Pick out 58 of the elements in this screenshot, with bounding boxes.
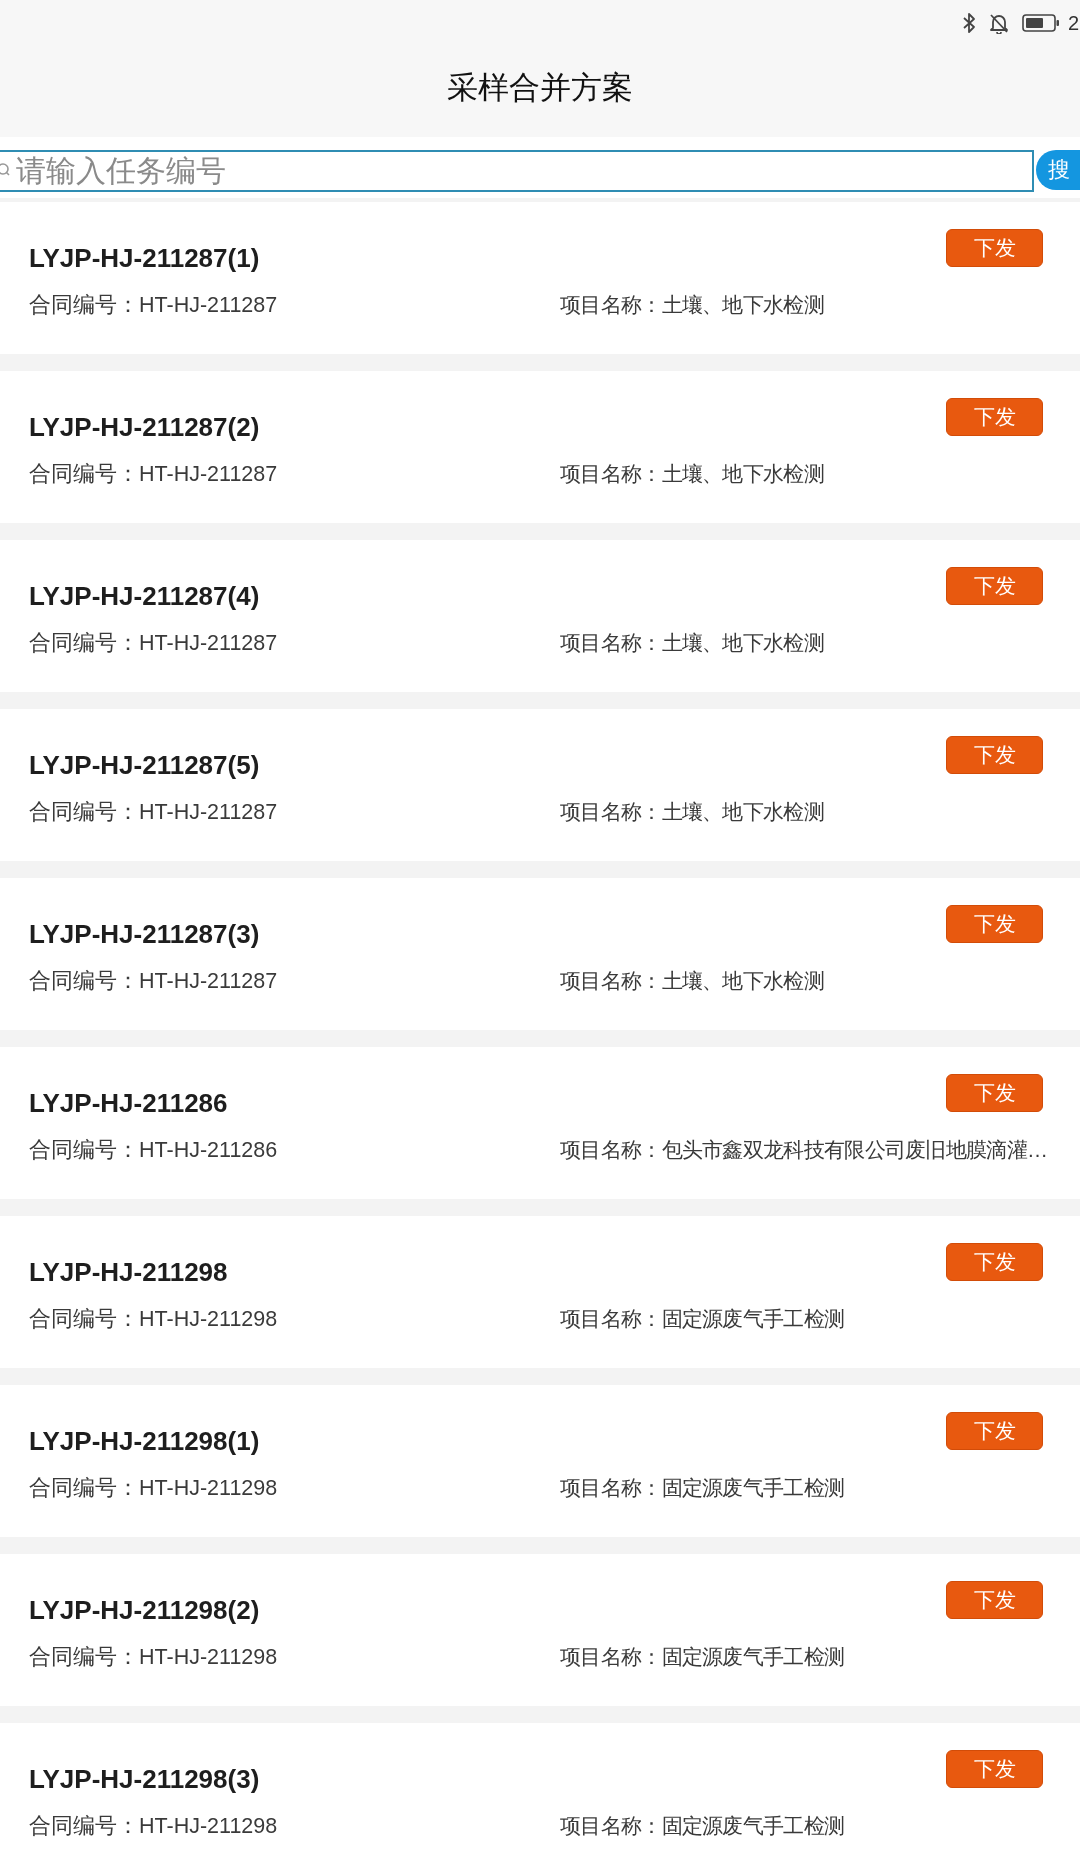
task-card[interactable]: LYJP-HJ-211298(2) 下发 合同编号：HT-HJ-211298 项目名称：固定源废气手工检测 bbox=[0, 1554, 1080, 1706]
contract-number: 合同编号：HT-HJ-211287 bbox=[29, 630, 279, 657]
task-card[interactable]: LYJP-HJ-211298 下发 合同编号：HT-HJ-211298 项目名称：固定源废气手工检测 bbox=[0, 1216, 1080, 1368]
task-number: LYJP-HJ-211298(3) bbox=[29, 1763, 260, 1795]
task-card[interactable]: LYJP-HJ-211287(3) 下发 合同编号：HT-HJ-211287 项目名称：土壤、地下水检测 bbox=[0, 878, 1080, 1030]
task-card[interactable]: LYJP-HJ-211287(1) 下发 合同编号：HT-HJ-211287 项目名称：土壤、地下水检测 bbox=[0, 202, 1080, 354]
contract-number: 合同编号：HT-HJ-211287 bbox=[29, 799, 279, 826]
contract-number: 合同编号：HT-HJ-211286 bbox=[29, 1137, 279, 1164]
contract-number: 合同编号：HT-HJ-211298 bbox=[29, 1475, 279, 1502]
task-number: LYJP-HJ-211287(4) bbox=[29, 580, 260, 612]
contract-number: 合同编号：HT-HJ-211287 bbox=[29, 461, 279, 488]
task-number: LYJP-HJ-211298(2) bbox=[29, 1594, 260, 1626]
dispatch-button[interactable]: 下发 bbox=[946, 398, 1043, 436]
contract-number: 合同编号：HT-HJ-211287 bbox=[29, 968, 279, 995]
project-name: 项目名称：土壤、地下水检测 bbox=[560, 799, 824, 825]
task-card[interactable]: LYJP-HJ-211286 下发 合同编号：HT-HJ-211286 项目名称：包头市鑫双龙科技有限公司废旧地膜滴灌… bbox=[0, 1047, 1080, 1199]
project-name: 项目名称：固定源废气手工检测 bbox=[560, 1644, 845, 1670]
dispatch-button[interactable]: 下发 bbox=[946, 1074, 1043, 1112]
task-number: LYJP-HJ-211287(5) bbox=[29, 749, 260, 781]
dispatch-button[interactable]: 下发 bbox=[946, 1581, 1043, 1619]
contract-number: 合同编号：HT-HJ-211287 bbox=[29, 292, 279, 319]
bluetooth-icon bbox=[962, 12, 976, 34]
project-name: 项目名称：土壤、地下水检测 bbox=[560, 968, 824, 994]
dispatch-button[interactable]: 下发 bbox=[946, 1750, 1043, 1788]
task-number: LYJP-HJ-211287(2) bbox=[29, 411, 260, 443]
battery-icon bbox=[1022, 14, 1060, 32]
task-number: LYJP-HJ-211287(3) bbox=[29, 918, 260, 950]
search-field[interactable]: 请输入任务编号 bbox=[0, 150, 1034, 192]
task-card[interactable]: LYJP-HJ-211287(5) 下发 合同编号：HT-HJ-211287 项目名称：土壤、地下水检测 bbox=[0, 709, 1080, 861]
status-time: 2 bbox=[1068, 11, 1080, 35]
dispatch-button[interactable]: 下发 bbox=[946, 229, 1043, 267]
task-card[interactable]: LYJP-HJ-211287(2) 下发 合同编号：HT-HJ-211287 项目名称：土壤、地下水检测 bbox=[0, 371, 1080, 523]
bell-off-icon bbox=[988, 12, 1010, 34]
task-card[interactable]: LYJP-HJ-211298(3) 下发 合同编号：HT-HJ-211298 项目名称：固定源废气手工检测 bbox=[0, 1723, 1080, 1870]
contract-number: 合同编号：HT-HJ-211298 bbox=[29, 1306, 279, 1333]
dispatch-button[interactable]: 下发 bbox=[946, 1243, 1043, 1281]
project-name: 项目名称：土壤、地下水检测 bbox=[560, 630, 824, 656]
task-number: LYJP-HJ-211298(1) bbox=[29, 1425, 260, 1457]
project-name: 项目名称：固定源废气手工检测 bbox=[560, 1813, 845, 1839]
project-name: 项目名称：固定源废气手工检测 bbox=[560, 1475, 845, 1501]
task-number: LYJP-HJ-211298 bbox=[29, 1256, 228, 1288]
dispatch-button[interactable]: 下发 bbox=[946, 905, 1043, 943]
project-name: 项目名称：固定源废气手工检测 bbox=[560, 1306, 845, 1332]
project-name: 项目名称：土壤、地下水检测 bbox=[560, 292, 824, 318]
page-title: 采样合并方案 bbox=[447, 69, 633, 107]
dispatch-button[interactable]: 下发 bbox=[946, 1412, 1043, 1450]
contract-number: 合同编号：HT-HJ-211298 bbox=[29, 1813, 279, 1840]
project-name: 项目名称：包头市鑫双龙科技有限公司废旧地膜滴灌… bbox=[560, 1137, 1048, 1163]
task-card[interactable]: LYJP-HJ-211287(4) 下发 合同编号：HT-HJ-211287 项目名称：土壤、地下水检测 bbox=[0, 540, 1080, 692]
search-button[interactable]: 搜 bbox=[1036, 150, 1080, 190]
task-number: LYJP-HJ-211286 bbox=[29, 1087, 228, 1119]
task-card[interactable]: LYJP-HJ-211298(1) 下发 合同编号：HT-HJ-211298 项目名称：固定源废气手工检测 bbox=[0, 1385, 1080, 1537]
dispatch-button[interactable]: 下发 bbox=[946, 567, 1043, 605]
project-name: 项目名称：土壤、地下水检测 bbox=[560, 461, 824, 487]
search-icon bbox=[0, 162, 10, 178]
dispatch-button[interactable]: 下发 bbox=[946, 736, 1043, 774]
contract-number: 合同编号：HT-HJ-211298 bbox=[29, 1644, 279, 1671]
task-number: LYJP-HJ-211287(1) bbox=[29, 242, 260, 274]
